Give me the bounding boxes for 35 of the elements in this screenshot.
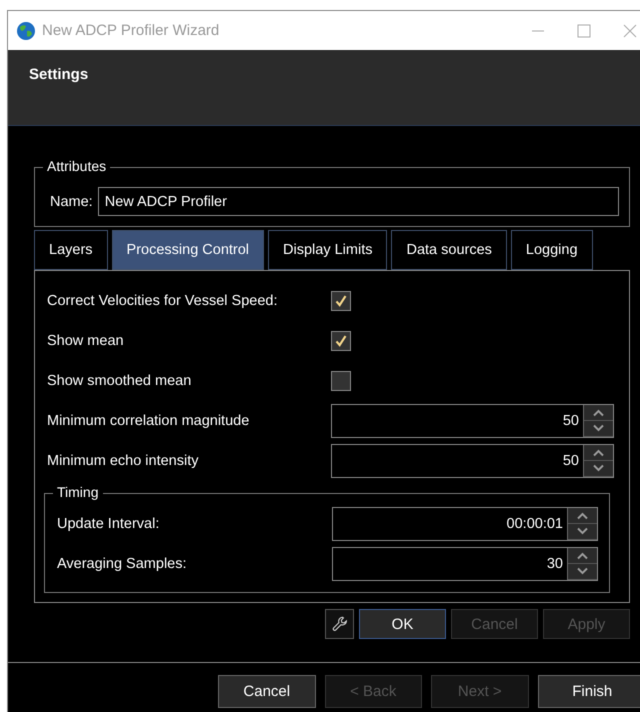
spinner-value: 00:00:01 bbox=[506, 516, 564, 532]
spinner-value: 50 bbox=[562, 453, 580, 469]
panel-button[interactable]: OK bbox=[359, 609, 446, 639]
checkbox[interactable] bbox=[331, 291, 351, 311]
name-field[interactable]: New ADCP Profiler bbox=[98, 187, 619, 216]
page-title: Settings bbox=[29, 66, 88, 83]
window-title: New ADCP Profiler Wizard bbox=[42, 22, 220, 39]
spinner-value: 30 bbox=[546, 556, 564, 572]
spinner-value: 50 bbox=[562, 413, 580, 429]
group-legend: Timing bbox=[53, 484, 102, 500]
setting-label: Correct Velocities for Vessel Speed: bbox=[47, 293, 279, 309]
setting-label: Averaging Samples: bbox=[57, 556, 188, 572]
setting-label: Minimum echo intensity bbox=[47, 453, 200, 469]
checkbox[interactable] bbox=[331, 331, 351, 351]
tab[interactable]: Display Limits bbox=[268, 230, 388, 270]
setting-label: Show mean bbox=[47, 333, 125, 349]
tab[interactable]: Logging bbox=[510, 230, 593, 270]
name-label: Name: bbox=[50, 194, 93, 210]
setting-label: Show smoothed mean bbox=[47, 373, 192, 389]
number-spinner[interactable]: 50 bbox=[331, 444, 614, 478]
wizard-button[interactable]: Cancel bbox=[218, 675, 316, 708]
tab[interactable]: Layers bbox=[34, 230, 108, 270]
checkbox[interactable] bbox=[331, 371, 351, 391]
tab[interactable]: Data sources bbox=[391, 230, 507, 270]
setting-label: Minimum correlation magnitude bbox=[47, 413, 250, 429]
number-spinner[interactable]: 30 bbox=[332, 547, 598, 581]
group-legend: Attributes bbox=[43, 158, 110, 174]
tab[interactable]: Processing Control bbox=[112, 230, 264, 270]
globe-icon bbox=[16, 20, 36, 40]
wrench-button[interactable] bbox=[325, 609, 354, 639]
wizard-button[interactable]: Finish bbox=[538, 675, 640, 708]
setting-label: Update Interval: bbox=[57, 516, 160, 532]
wrench-icon bbox=[330, 615, 348, 633]
number-spinner[interactable]: 00:00:01 bbox=[332, 507, 598, 541]
number-spinner[interactable]: 50 bbox=[331, 404, 614, 438]
